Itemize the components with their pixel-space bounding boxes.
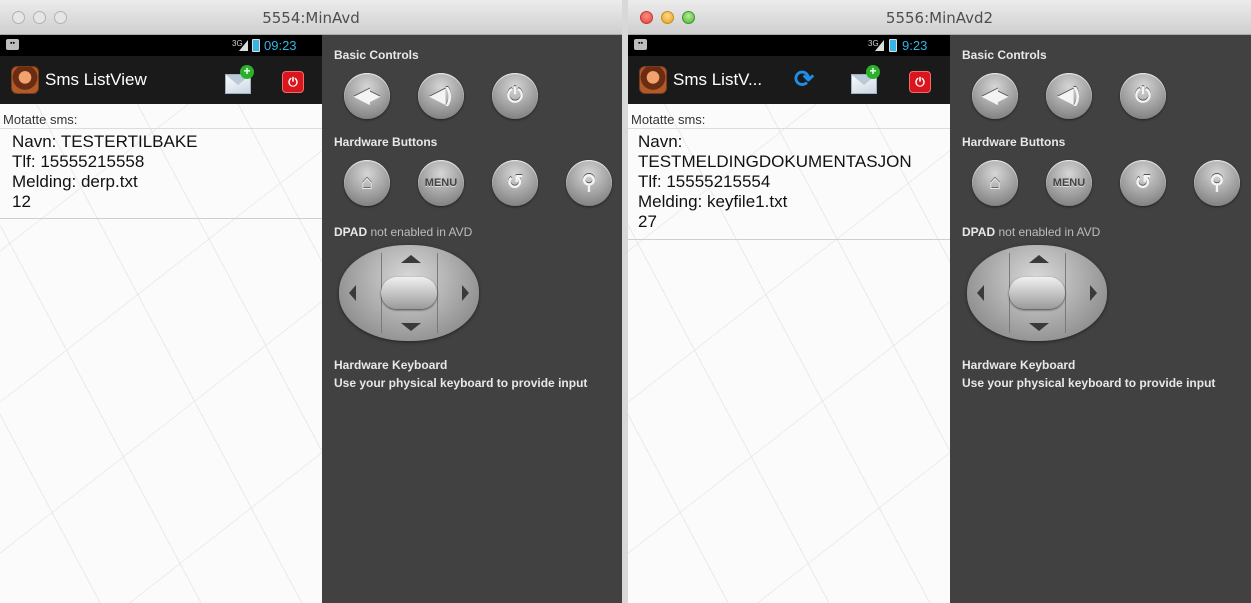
emulator-window-5556: 5556:MinAvd2 ▪▪ 3G 9:23 Sms ListV... ⟳ +…	[628, 0, 1251, 603]
dpad-center-button[interactable]	[1009, 277, 1065, 309]
dpad-title: DPAD	[962, 225, 996, 239]
sms-count: 12	[12, 192, 31, 211]
app-title: Sms ListView	[45, 70, 147, 89]
device-power-icon[interactable]: ⏻	[492, 73, 538, 119]
divider	[0, 218, 322, 219]
phone-screen[interactable]: ▪▪ 3G 09:23 Sms ListView + ⏻ Motatte sms…	[0, 35, 322, 603]
volume-up-icon[interactable]: ◀)	[418, 73, 464, 119]
hardware-keyboard-label: Hardware Keyboard	[334, 358, 448, 372]
dpad-up-icon[interactable]	[1029, 255, 1049, 263]
keyboard-hint: Use your physical keyboard to provide in…	[334, 376, 588, 390]
volume-up-icon[interactable]: ◀)	[1046, 73, 1092, 119]
dpad-right-icon[interactable]	[1090, 285, 1097, 301]
app-icon[interactable]	[11, 66, 39, 94]
dpad-up-icon[interactable]	[401, 255, 421, 263]
dpad-center-button[interactable]	[381, 277, 437, 309]
list-item[interactable]: Navn: TESTERTILBAKE Tlf: 15555215558 Mel…	[12, 132, 312, 212]
signal-icon: 3G	[232, 39, 248, 51]
dpad[interactable]	[339, 245, 479, 341]
volume-down-icon[interactable]: ◀▸	[972, 73, 1018, 119]
dpad-note: not enabled in AVD	[370, 225, 473, 239]
list-item[interactable]: Navn: TESTMELDINGDOKUMENTASJON Tlf: 1555…	[638, 132, 938, 232]
notification-icon: ▪▪	[6, 39, 19, 50]
home-icon[interactable]: ⌂	[972, 160, 1018, 206]
search-icon[interactable]: ⚲	[1194, 160, 1240, 206]
battery-icon	[889, 39, 897, 52]
divider	[0, 128, 322, 129]
power-icon[interactable]: ⏻	[282, 71, 304, 93]
sms-count: 27	[638, 212, 657, 231]
sms-name-value: TESTMELDINGDOKUMENTASJON	[638, 152, 912, 171]
hardware-buttons-label: Hardware Buttons	[334, 135, 438, 149]
sms-phone: Tlf: 15555215558	[12, 152, 145, 171]
dpad-down-icon[interactable]	[401, 323, 421, 331]
dpad-label: DPAD not enabled in AVD	[334, 225, 472, 239]
window-titlebar[interactable]: 5554:MinAvd	[0, 0, 622, 35]
window-titlebar[interactable]: 5556:MinAvd2	[628, 0, 1251, 35]
status-time: 09:23	[264, 38, 297, 53]
divider	[628, 128, 950, 129]
dpad-left-icon[interactable]	[349, 285, 356, 301]
home-icon[interactable]: ⌂	[344, 160, 390, 206]
sms-message: Melding: keyfile1.txt	[638, 192, 788, 211]
dpad-down-icon[interactable]	[1029, 323, 1049, 331]
status-time: 9:23	[902, 38, 928, 53]
app-icon[interactable]	[639, 66, 667, 94]
menu-button[interactable]: MENU	[1046, 160, 1092, 206]
basic-controls-label: Basic Controls	[962, 48, 1047, 62]
divider	[437, 253, 438, 333]
dpad-right-icon[interactable]	[462, 285, 469, 301]
dpad-note: not enabled in AVD	[998, 225, 1101, 239]
app-title: Sms ListV...	[673, 70, 763, 89]
phone-screen[interactable]: ▪▪ 3G 9:23 Sms ListV... ⟳ + ⏻ Motatte sm…	[628, 35, 950, 603]
dpad-title: DPAD	[334, 225, 368, 239]
dpad[interactable]	[967, 245, 1107, 341]
volume-down-icon[interactable]: ◀▸	[344, 73, 390, 119]
menu-button[interactable]: MENU	[418, 160, 464, 206]
status-bar: ▪▪ 3G 9:23	[628, 35, 950, 56]
action-bar: Sms ListView + ⏻	[0, 56, 322, 104]
controls-panel: Basic Controls ◀▸ ◀) ⏻ Hardware Buttons …	[322, 35, 622, 603]
action-bar: Sms ListV... ⟳ + ⏻	[628, 56, 950, 104]
device-power-icon[interactable]: ⏻	[1120, 73, 1166, 119]
list-header: Motatte sms:	[631, 112, 706, 127]
back-icon[interactable]: ↺	[492, 160, 538, 206]
status-bar: ▪▪ 3G 09:23	[0, 35, 322, 56]
window-title: 5554:MinAvd	[262, 9, 360, 27]
hardware-buttons-label: Hardware Buttons	[962, 135, 1066, 149]
power-icon[interactable]: ⏻	[909, 71, 931, 93]
refresh-icon[interactable]: ⟳	[790, 66, 818, 94]
divider	[1065, 253, 1066, 333]
emulator-window-5554: 5554:MinAvd ▪▪ 3G 09:23 Sms ListView + ⏻…	[0, 0, 622, 603]
dpad-left-icon[interactable]	[977, 285, 984, 301]
basic-controls-label: Basic Controls	[334, 48, 419, 62]
compose-sms-icon[interactable]: +	[222, 65, 254, 97]
sms-phone: Tlf: 15555215554	[638, 172, 771, 191]
hardware-keyboard-label: Hardware Keyboard	[962, 358, 1076, 372]
battery-icon	[252, 39, 260, 52]
dpad-label: DPAD not enabled in AVD	[962, 225, 1100, 239]
signal-icon: 3G	[868, 39, 884, 51]
list-header: Motatte sms:	[3, 112, 78, 127]
keyboard-hint: Use your physical keyboard to provide in…	[962, 376, 1216, 390]
compose-sms-icon[interactable]: +	[848, 65, 880, 97]
window-title: 5556:MinAvd2	[885, 9, 994, 27]
notification-icon: ▪▪	[634, 39, 647, 50]
sms-message: Melding: derp.txt	[12, 172, 138, 191]
search-icon[interactable]: ⚲	[566, 160, 612, 206]
divider	[628, 239, 950, 240]
sms-name: Navn:	[638, 132, 683, 151]
sms-name: Navn: TESTERTILBAKE	[12, 132, 198, 151]
back-icon[interactable]: ↺	[1120, 160, 1166, 206]
controls-panel: Basic Controls ◀▸ ◀) ⏻ Hardware Buttons …	[950, 35, 1250, 603]
